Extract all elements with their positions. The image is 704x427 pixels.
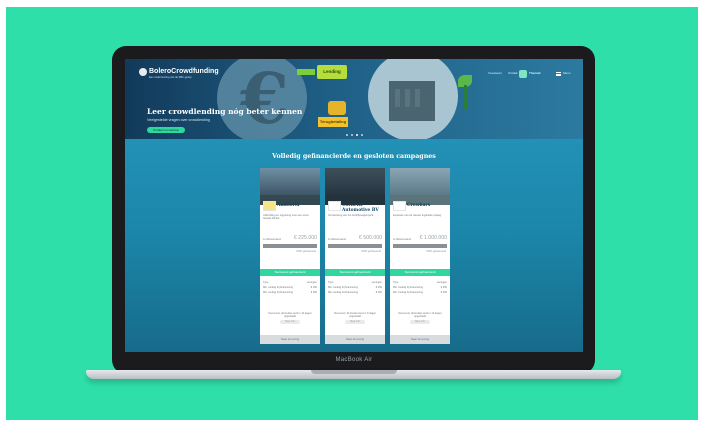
campaign-footnote: Succesvol, dit krediet werd in 9 dagen o… <box>333 312 377 318</box>
more-info-pill[interactable]: Meer info <box>410 320 430 324</box>
detail-label: Type <box>263 281 269 284</box>
progress-label: 100% gefinancierd <box>361 250 381 253</box>
detail-label: Min. bedrag bij financiering <box>263 291 293 294</box>
campaign-amount: € 500.000 <box>358 235 382 241</box>
laptop-notch <box>311 370 397 374</box>
device-label: MacBook Air <box>335 357 373 363</box>
campaign-card[interactable]: Cornelis Automotive BV Vernieuwing van h… <box>325 168 385 344</box>
status-badge: Succesvol gefinancierd <box>325 269 385 276</box>
detail-row: Min. bedrag bij financiering € 250 <box>328 286 382 289</box>
detail-label: Min. bedrag bij financiering <box>263 286 293 289</box>
detail-value: Leningen <box>436 281 447 284</box>
funding-progress-bar <box>263 244 317 248</box>
logo-icon <box>139 68 147 76</box>
nav-item-ontdek[interactable]: Ontdek <box>508 71 518 79</box>
view-campaign-button[interactable]: Naar de lening <box>260 335 320 344</box>
detail-label: Min. bedrag bij financiering <box>328 291 358 294</box>
more-info-pill[interactable]: Meer info <box>345 320 365 324</box>
company-logo <box>263 201 276 211</box>
progress-label: 100% gefinancierd <box>426 250 446 253</box>
status-badge: Succesvol gefinancierd <box>390 269 450 276</box>
progress-label: 100% gefinancierd <box>296 250 316 253</box>
amount-label: Je Welverrekend <box>263 238 281 241</box>
detail-value: Leningen <box>371 281 382 284</box>
section-title: Volledig gefinancierde en gesloten campa… <box>272 153 436 160</box>
detail-value: € 250 <box>375 286 382 289</box>
nav-highlight-tile <box>519 70 527 78</box>
logo-subtitle: Een onderneming van de KBC-groep <box>149 76 192 79</box>
campaign-title: Crowbars <box>407 203 431 208</box>
campaign-title: Cornelis Automotive BV <box>342 203 379 213</box>
plant-icon <box>458 75 472 109</box>
detail-value: Leningen <box>306 281 317 284</box>
detail-row: Type Leningen <box>393 281 447 284</box>
detail-value: € 250 <box>440 291 447 294</box>
campaign-image <box>325 168 385 205</box>
detail-value: € 250 <box>375 291 382 294</box>
campaign-card[interactable]: Ambiorix Uitbreiding en opgraving voor e… <box>260 168 320 344</box>
hero-subtitle: Veelgestelde vragen over crowdlending <box>147 118 210 122</box>
campaign-footnote: Succesvol, dit krediet werd in 12 dagen … <box>268 312 312 318</box>
logo-text: BoleroCrowdfunding <box>149 68 219 75</box>
nav-item-themati[interactable]: Themati <box>529 71 541 79</box>
campaign-description: Expansie van de nieuwe logistieke opslag <box>393 214 442 217</box>
campaign-amount: € 225.000 <box>293 235 317 241</box>
nav-item-investeren[interactable]: Investeren <box>488 71 502 79</box>
progress-fill <box>393 244 447 248</box>
detail-label: Min. bedrag bij financiering <box>393 291 423 294</box>
arrow-right-icon <box>297 69 315 75</box>
detail-value: € 250 <box>310 286 317 289</box>
hero-box-lending: Lending <box>317 65 347 79</box>
detail-row: Min. bedrag bij financiering € 250 <box>393 286 447 289</box>
funding-progress-bar <box>328 244 382 248</box>
detail-value: € 250 <box>310 291 317 294</box>
campaign-footnote: Succesvol, dit krediet werd in 14 dagen … <box>398 312 442 318</box>
campaigns-section: Volledig gefinancierde en gesloten campa… <box>125 139 583 352</box>
detail-row: Min. bedrag bij financiering € 250 <box>263 286 317 289</box>
progress-fill <box>263 244 317 248</box>
carousel-dots[interactable] <box>346 134 366 137</box>
campaign-image <box>390 168 450 205</box>
detail-label: Min. bedrag bij financiering <box>328 286 358 289</box>
status-badge: Succesvol gefinancierd <box>260 269 320 276</box>
detail-value: € 250 <box>440 286 447 289</box>
amount-label: Je Welverrekend <box>328 238 346 241</box>
hero-title: Leer crowdlending nóg beter kennen <box>147 107 303 116</box>
view-campaign-button[interactable]: Naar de lening <box>325 335 385 344</box>
menu-label[interactable]: Menu <box>563 71 571 79</box>
coins-icon <box>328 101 346 115</box>
campaign-image <box>260 168 320 205</box>
campaign-card[interactable]: Crowbars Expansie van de nieuwe logistie… <box>390 168 450 344</box>
more-info-pill[interactable]: Meer info <box>280 320 300 324</box>
detail-label: Min. bedrag bij financiering <box>393 286 423 289</box>
company-logo <box>328 201 341 211</box>
amount-label: Je Welverrekend <box>393 238 411 241</box>
hero-box-repayment: Terugbetaling <box>318 117 348 127</box>
detail-row: Min. bedrag bij financiering € 250 <box>328 291 382 294</box>
euro-symbol-icon: € <box>240 59 289 139</box>
detail-label: Type <box>328 281 334 284</box>
campaign-description: Vernieuwing van het bedrijfswagenpark <box>328 214 374 217</box>
campaign-description: Uitbreiding en opgraving voor een extra … <box>263 214 309 221</box>
campaign-amount: € 1.000.000 <box>419 235 447 241</box>
detail-row: Type Leningen <box>328 281 382 284</box>
detail-row: Min. bedrag bij financiering € 250 <box>263 291 317 294</box>
company-logo <box>393 201 406 211</box>
funding-progress-bar <box>393 244 447 248</box>
detail-label: Type <box>393 281 399 284</box>
view-campaign-button[interactable]: Naar de lening <box>390 335 450 344</box>
menu-icon[interactable] <box>556 72 561 76</box>
campaign-title: Ambiorix <box>277 203 300 208</box>
hero-cta-button[interactable]: Ontdek het webinar <box>147 127 185 133</box>
laptop-screen: € Lending Terugbetaling BoleroCrowdfundi… <box>125 59 583 352</box>
progress-fill <box>328 244 382 248</box>
factory-icon <box>389 81 435 121</box>
detail-row: Min. bedrag bij financiering € 250 <box>393 291 447 294</box>
hero-banner: € Lending Terugbetaling BoleroCrowdfundi… <box>125 59 583 139</box>
detail-row: Type Leningen <box>263 281 317 284</box>
